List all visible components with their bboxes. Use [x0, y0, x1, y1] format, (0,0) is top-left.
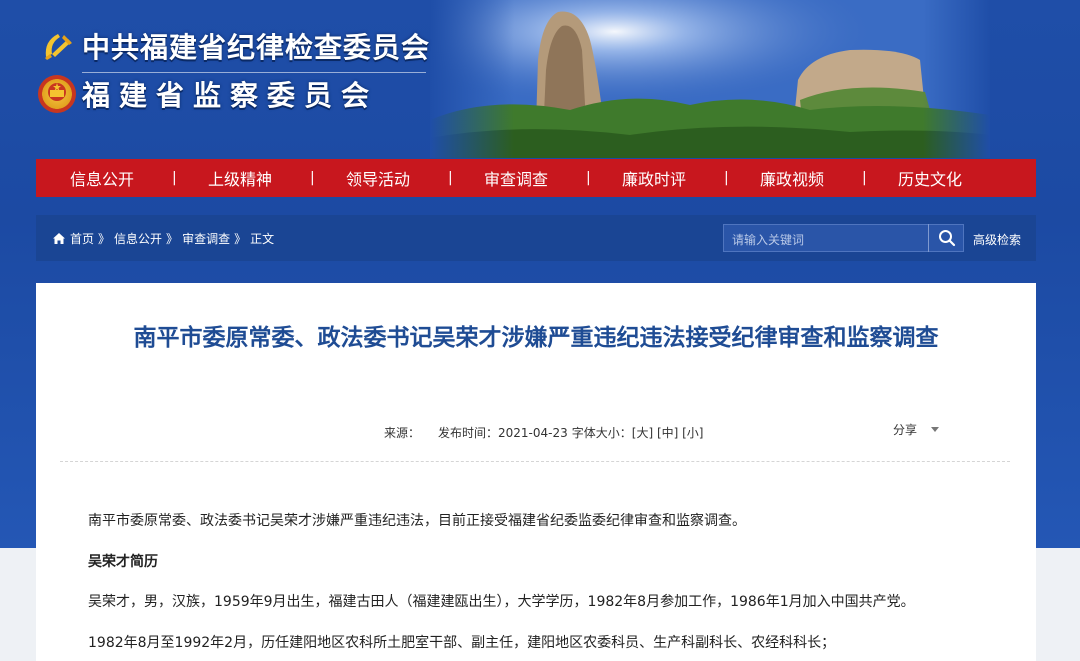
search-icon [938, 230, 955, 247]
share-label: 分享 [893, 423, 918, 437]
breadcrumb-review-investigation[interactable]: 审查调查 [182, 230, 230, 247]
nav-item-history-culture[interactable]: 历史文化 [898, 166, 1036, 190]
source-label: 来源： [384, 426, 421, 440]
font-size-controls[interactable]: 字体大小：[大] [中] [小] [572, 424, 704, 441]
nav-item-integrity-video[interactable]: 廉政视频 [760, 166, 898, 190]
breadcrumb: 首页 》 信息公开 》 审查调查 》 正文 [52, 230, 278, 247]
divider [60, 461, 1010, 462]
org-name-supervision: 福建省监察委员会 [82, 79, 379, 112]
home-icon [53, 233, 65, 244]
nav-item-review-investigation[interactable]: 审查调查 [484, 166, 622, 190]
national-emblem-icon [38, 75, 76, 113]
breadcrumb-sep: 》 [166, 232, 179, 246]
breadcrumb-bar: 首页 》 信息公开 》 审查调查 》 正文 请输入关键词 高级检索 [36, 215, 1036, 261]
breadcrumb-current: 正文 [250, 232, 275, 246]
article-meta: 来源： 发布时间：2021-04-23 字体大小：[大] [中] [小] [384, 424, 708, 441]
nav-item-info-public[interactable]: 信息公开 [70, 166, 208, 190]
org-name-cpc: 中共福建省纪律检查委员会 [82, 31, 431, 64]
breadcrumb-sep: 》 [234, 232, 247, 246]
article-title: 南平市委原常委、政法委书记吴荣才涉嫌严重违纪违法接受纪律审查和监察调查 [133, 325, 939, 351]
share-button[interactable]: 分享 [893, 421, 940, 438]
party-emblem-icon [38, 27, 76, 65]
article-paragraph: 1982年8月至1992年2月，历任建阳地区农科所土肥室干部、副主任，建阳地区农… [88, 635, 836, 651]
nav-item-integrity-commentary[interactable]: 廉政时评 [622, 166, 760, 190]
nav-item-superior-spirit[interactable]: 上级精神 [208, 166, 346, 190]
search-button[interactable] [928, 224, 964, 252]
advanced-search-link[interactable]: 高级检索 [973, 231, 1021, 248]
breadcrumb-sep: 》 [98, 232, 111, 246]
logo-divider [82, 72, 426, 73]
article-paragraph: 南平市委原常委、政法委书记吴荣才涉嫌严重违纪违法，目前正接受福建省纪委监委纪律审… [88, 513, 746, 529]
main-nav: 信息公开 | 上级精神 | 领导活动 | 审查调查 | 廉政时评 | 廉政视频 … [36, 159, 1036, 197]
nav-item-leader-activities[interactable]: 领导活动 [346, 166, 484, 190]
logo-supervision: 福建省监察委员会 [38, 74, 378, 114]
breadcrumb-home[interactable]: 首页 [70, 230, 94, 247]
logo-cpc: 中共福建省纪律检查委员会 [38, 26, 430, 66]
chevron-down-icon [931, 427, 940, 432]
article-card: 南平市委原常委、政法委书记吴荣才涉嫌严重违纪违法接受纪律审查和监察调查 来源： … [36, 283, 1036, 661]
article-paragraph: 吴荣才，男，汉族，1959年9月出生，福建古田人（福建建瓯出生），大学学历，19… [88, 594, 915, 610]
landscape-banner-image [430, 0, 990, 158]
breadcrumb-info-public[interactable]: 信息公开 [114, 230, 162, 247]
publish-time: 发布时间：2021-04-23 [438, 426, 568, 440]
section-heading: 吴荣才简历 [88, 554, 158, 570]
